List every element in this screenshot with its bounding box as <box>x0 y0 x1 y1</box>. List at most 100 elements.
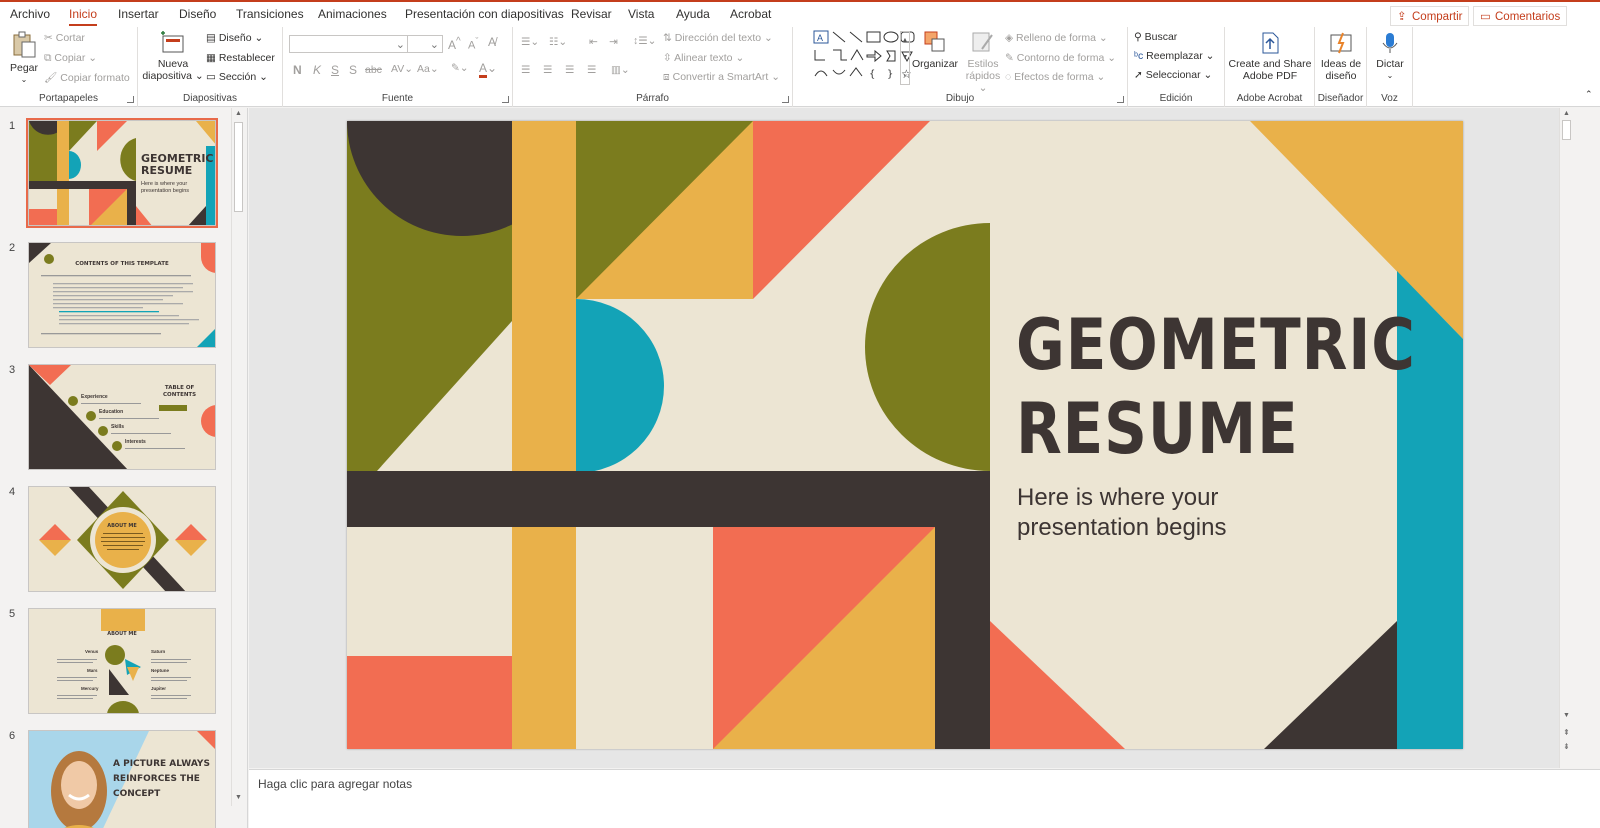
font-size-input[interactable]: ⌄ <box>407 35 443 53</box>
tab-animaciones[interactable]: Animaciones <box>318 7 387 21</box>
scroll-up-icon[interactable]: ▲ <box>1563 110 1570 117</box>
replace-button[interactable]: ᵇc Reemplazar ⌄ <box>1134 50 1214 62</box>
align-right-icon[interactable]: ☰ <box>565 64 574 76</box>
italic-button[interactable]: K <box>313 63 321 77</box>
clear-format-icon[interactable]: A̸ <box>488 35 496 49</box>
canvas-scroll-thumb[interactable] <box>1562 120 1571 140</box>
share-button[interactable]: ⇪ Compartir <box>1390 6 1470 26</box>
align-center-icon[interactable]: ☰ <box>543 64 552 76</box>
highlight-icon[interactable]: ✎⌄ <box>451 62 469 74</box>
svg-text:{: { <box>869 69 875 80</box>
current-slide[interactable]: GEOMETRIC RESUME Here is where your pres… <box>347 121 1463 749</box>
thumb-3-title-2: CONTENTS <box>163 392 197 398</box>
thumb-3-item-4: Interests <box>125 439 146 445</box>
slide-thumbnail-3[interactable]: TABLE OF CONTENTS Experience Education S… <box>28 364 216 470</box>
align-left-icon[interactable]: ☰ <box>521 64 530 76</box>
design-ideas-button[interactable]: Ideas de diseño <box>1317 31 1365 82</box>
line-spacing-icon[interactable]: ↕☰⌄ <box>633 35 656 47</box>
copy-label: Copiar <box>54 52 86 64</box>
smartart-icon: ⧈ <box>663 71 670 83</box>
drawing-launcher-icon[interactable] <box>1117 96 1124 103</box>
format-painter-button[interactable]: 🖌 Copiar formato <box>44 71 130 84</box>
dictate-button[interactable]: Dictar ⌄ <box>1369 31 1411 82</box>
thumb-2-title: CONTENTS OF THIS TEMPLATE <box>75 261 169 267</box>
underline-button[interactable]: S <box>331 63 339 77</box>
scroll-up-icon[interactable]: ▲ <box>235 110 242 117</box>
bold-button[interactable]: N <box>293 63 302 77</box>
tab-insertar[interactable]: Insertar <box>118 7 159 21</box>
char-spacing-icon[interactable]: AV⌄ <box>391 63 413 75</box>
decrease-indent-icon[interactable]: ⇤ <box>589 36 598 48</box>
arrange-button[interactable]: Organizar <box>911 29 959 70</box>
create-pdf-button[interactable]: Create and Share Adobe PDF <box>1227 31 1313 82</box>
change-case-icon[interactable]: Aa⌄ <box>417 63 439 75</box>
select-button[interactable]: ➚ Seleccionar ⌄ <box>1134 69 1212 81</box>
paragraph-launcher-icon[interactable] <box>782 96 789 103</box>
shadow-button[interactable]: S <box>349 63 357 77</box>
shapes-gallery-scroll[interactable]: ▲ ▼ ⌄ <box>900 31 910 85</box>
thumb-1-sub-2: presentation begins <box>141 188 190 194</box>
grow-font-button[interactable]: A^ <box>448 36 461 52</box>
paste-button[interactable]: Pegar ⌄ <box>6 31 42 86</box>
tab-inicio[interactable]: Inicio <box>69 7 98 26</box>
canvas-scrollbar[interactable]: ▲ ▼ ⇞ ⇟ <box>1559 108 1573 768</box>
tab-archivo[interactable]: Archivo <box>10 7 50 21</box>
tab-ayuda[interactable]: Ayuda <box>676 7 710 21</box>
scroll-down-icon[interactable]: ▼ <box>235 794 242 801</box>
slide-subtitle[interactable]: Here is where your presentation begins <box>1017 483 1357 543</box>
tab-revisar[interactable]: Revisar <box>571 7 612 21</box>
numbering-icon[interactable]: ☷⌄ <box>549 36 567 48</box>
notes-pane[interactable]: Haga clic para agregar notas <box>249 769 1600 828</box>
slide-thumbnail-2[interactable]: CONTENTS OF THIS TEMPLATE <box>28 242 216 348</box>
slide-thumbnail-6[interactable]: A PICTURE ALWAYS REINFORCES THE CONCEPT <box>28 730 216 828</box>
comments-button[interactable]: ▭ Comentarios <box>1473 6 1568 26</box>
thumb-6-title-3: CONCEPT <box>113 789 161 799</box>
justify-icon[interactable]: ☰ <box>587 64 596 76</box>
tab-vista[interactable]: Vista <box>628 7 654 21</box>
tab-transiciones[interactable]: Transiciones <box>236 7 304 21</box>
strikethrough-button[interactable]: abc <box>365 64 382 76</box>
new-slide-label-1: Nueva <box>157 58 189 70</box>
slide-thumbnail-4[interactable]: ABOUT ME <box>28 486 216 592</box>
layout-button[interactable]: ▤ Diseño ⌄ <box>206 32 263 44</box>
shape-outline-button[interactable]: ✎ Contorno de forma ⌄ <box>1005 52 1116 64</box>
section-button[interactable]: ▭ Sección ⌄ <box>206 71 268 83</box>
find-button[interactable]: ⚲ Buscar <box>1134 31 1177 43</box>
shrink-font-button[interactable]: Aˇ <box>468 36 478 52</box>
design-ideas-label-2: diseño <box>1325 70 1357 82</box>
notes-placeholder: Haga clic para agregar notas <box>258 777 413 791</box>
text-direction-button[interactable]: ⇅ Dirección del texto ⌄ <box>663 32 773 44</box>
thumb-number: 5 <box>9 608 16 620</box>
reset-button[interactable]: ▦ Restablecer <box>206 52 275 64</box>
slide-title[interactable]: GEOMETRIC RESUME <box>1016 303 1416 471</box>
scroll-down-icon[interactable]: ▼ <box>1563 712 1570 719</box>
shape-fill-button[interactable]: ◈ Relleno de forma ⌄ <box>1005 32 1108 44</box>
thumb-5-item-2: Saturn <box>151 649 166 654</box>
tab-diseno[interactable]: Diseño <box>179 7 216 21</box>
group-label-font: Fuente <box>381 93 414 104</box>
smartart-button[interactable]: ⧈ Convertir a SmartArt ⌄ <box>663 71 780 84</box>
clipboard-launcher-icon[interactable] <box>127 96 134 103</box>
cut-button[interactable]: ✂ Cortar <box>44 32 85 44</box>
slide-thumbnail-5[interactable]: ABOUT ME Venus Saturn Mars Neptune Mercu… <box>28 608 216 714</box>
font-launcher-icon[interactable] <box>502 96 509 103</box>
prev-slide-icon[interactable]: ⇞ <box>1563 728 1570 737</box>
slide-thumbnail-1[interactable]: GEOMETRIC RESUME Here is where your pres… <box>26 118 218 228</box>
font-name-input[interactable]: ⌄ <box>289 35 409 53</box>
bullets-icon[interactable]: ☰⌄ <box>521 36 539 48</box>
font-color-icon[interactable]: A⌄ <box>479 61 497 78</box>
thumbnail-scrollbar[interactable]: ▲ ▼ <box>231 108 245 806</box>
new-slide-button[interactable]: Nueva diapositiva ⌄ <box>142 31 204 82</box>
next-slide-icon[interactable]: ⇟ <box>1563 742 1570 751</box>
columns-icon[interactable]: ▥⌄ <box>611 64 630 76</box>
collapse-ribbon-icon[interactable]: ⌃ <box>1585 89 1593 100</box>
thumbnail-scroll-thumb[interactable] <box>234 122 243 212</box>
tab-presentacion[interactable]: Presentación con diapositivas <box>405 7 564 21</box>
thumb-6-title-1: A PICTURE ALWAYS <box>113 759 210 769</box>
align-text-button[interactable]: ⇳ Alinear texto ⌄ <box>663 52 744 64</box>
increase-indent-icon[interactable]: ⇥ <box>609 36 618 48</box>
copy-button[interactable]: ⧉ Copiar ⌄ <box>44 52 97 65</box>
shape-effects-button[interactable]: ◌ Efectos de forma ⌄ <box>1005 71 1105 83</box>
quick-styles-button[interactable]: Estilos rápidos ⌄ <box>961 29 1005 94</box>
tab-acrobat[interactable]: Acrobat <box>730 7 771 21</box>
